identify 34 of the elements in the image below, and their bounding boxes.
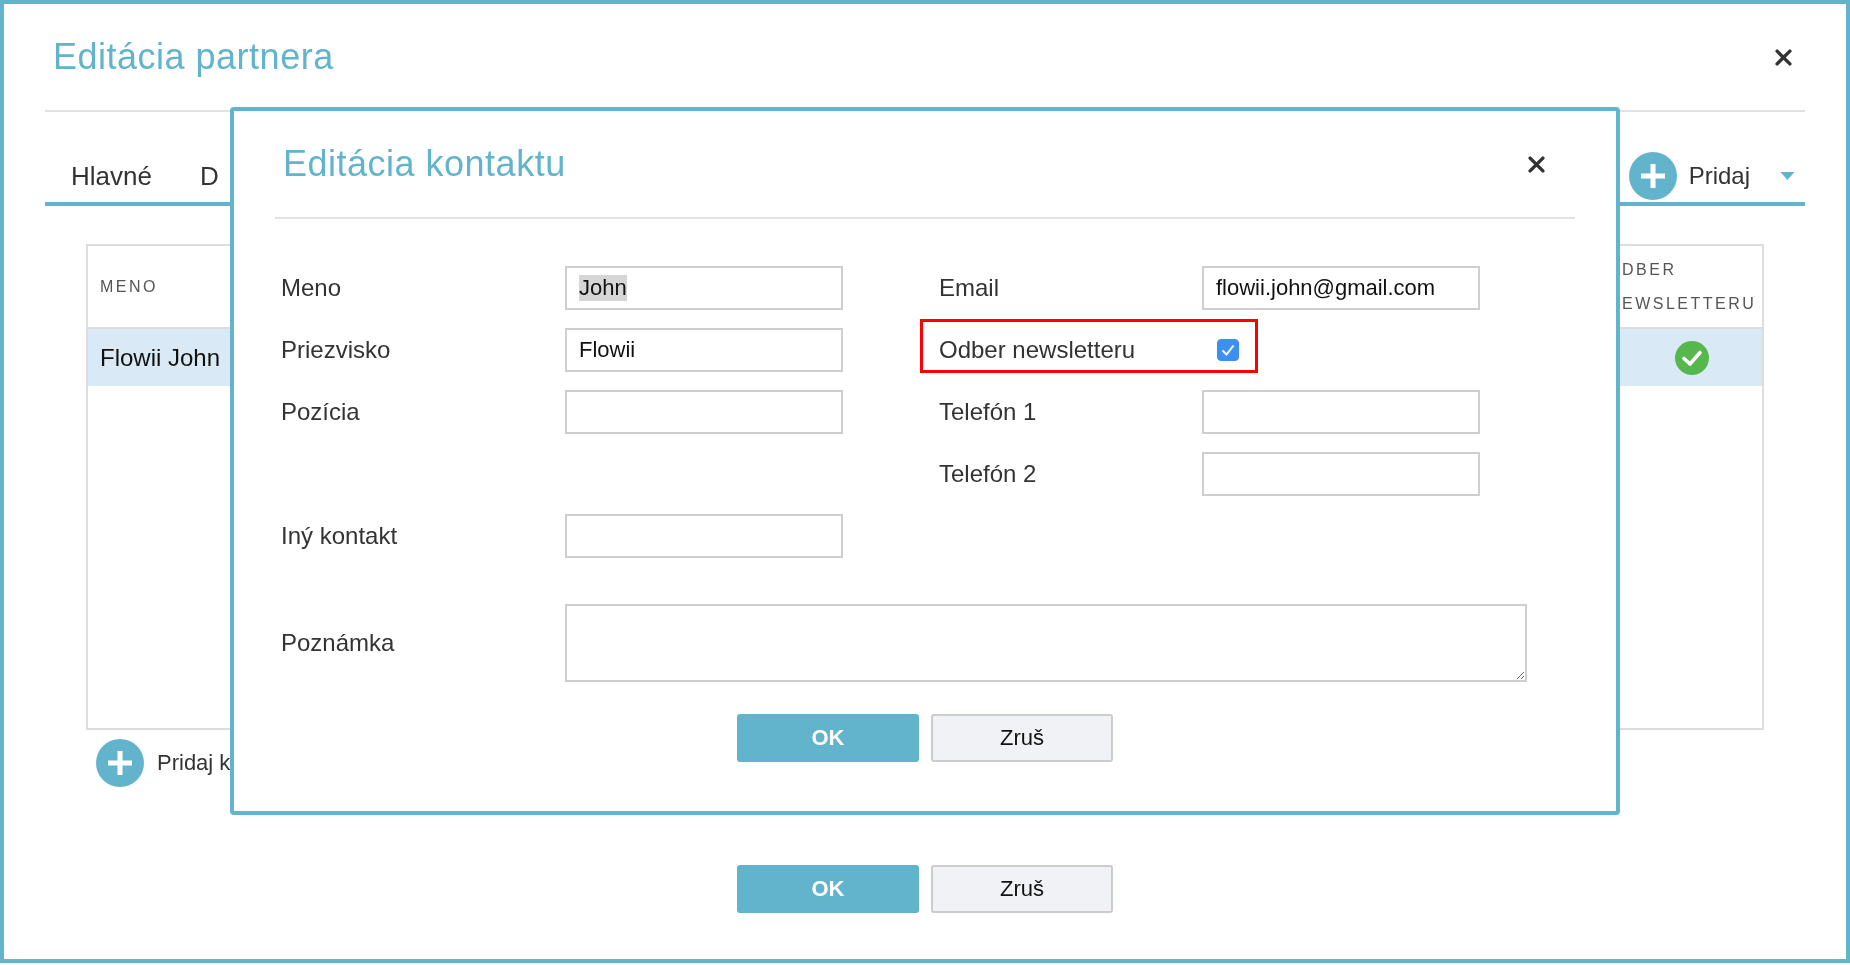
input-field[interactable]: flowii.john@gmail.com (1202, 266, 1480, 310)
input-field[interactable]: Flowii (565, 328, 843, 372)
field-label: Poznámka (281, 629, 396, 657)
field-label: Priezvisko (281, 336, 392, 364)
plus-icon (1628, 152, 1677, 200)
note-field[interactable] (565, 604, 1527, 682)
input-field[interactable]: John (565, 266, 843, 310)
tab[interactable]: Hlavné (45, 160, 160, 192)
field-label: Meno (281, 274, 343, 302)
input-field[interactable] (565, 514, 843, 558)
input-field[interactable] (1202, 452, 1480, 496)
checkbox[interactable] (1217, 339, 1239, 361)
caret-icon (1780, 172, 1795, 180)
cancel-button[interactable]: Zruš (931, 714, 1113, 762)
dialog-title: Editácia partnera (53, 36, 335, 78)
field-label: Odber newsletteru (939, 336, 1137, 364)
field-label: Iný kontakt (281, 522, 399, 550)
column-header: MENO (99, 277, 158, 296)
dialog-title: Editácia kontaktu (283, 143, 567, 185)
column-header: DBER EWSLETTERU (1622, 259, 1758, 314)
field-label: Email (939, 274, 1000, 302)
input-field[interactable] (565, 390, 843, 434)
plus-icon (96, 739, 144, 787)
input-field[interactable] (1202, 390, 1480, 434)
field-label: Pozícia (281, 398, 361, 426)
add-contact-link[interactable]: Pridaj k (157, 750, 231, 776)
tab[interactable]: D (173, 160, 227, 192)
close-icon[interactable] (1775, 48, 1792, 66)
field-label: Telefón 2 (939, 460, 1038, 488)
close-icon[interactable] (1528, 155, 1545, 173)
cancel-button[interactable]: Zruš (931, 865, 1113, 913)
field-label: Telefón 1 (939, 398, 1038, 426)
table-cell-text: Flowii John (99, 343, 221, 372)
add-button[interactable]: Pridaj (1628, 152, 1805, 200)
